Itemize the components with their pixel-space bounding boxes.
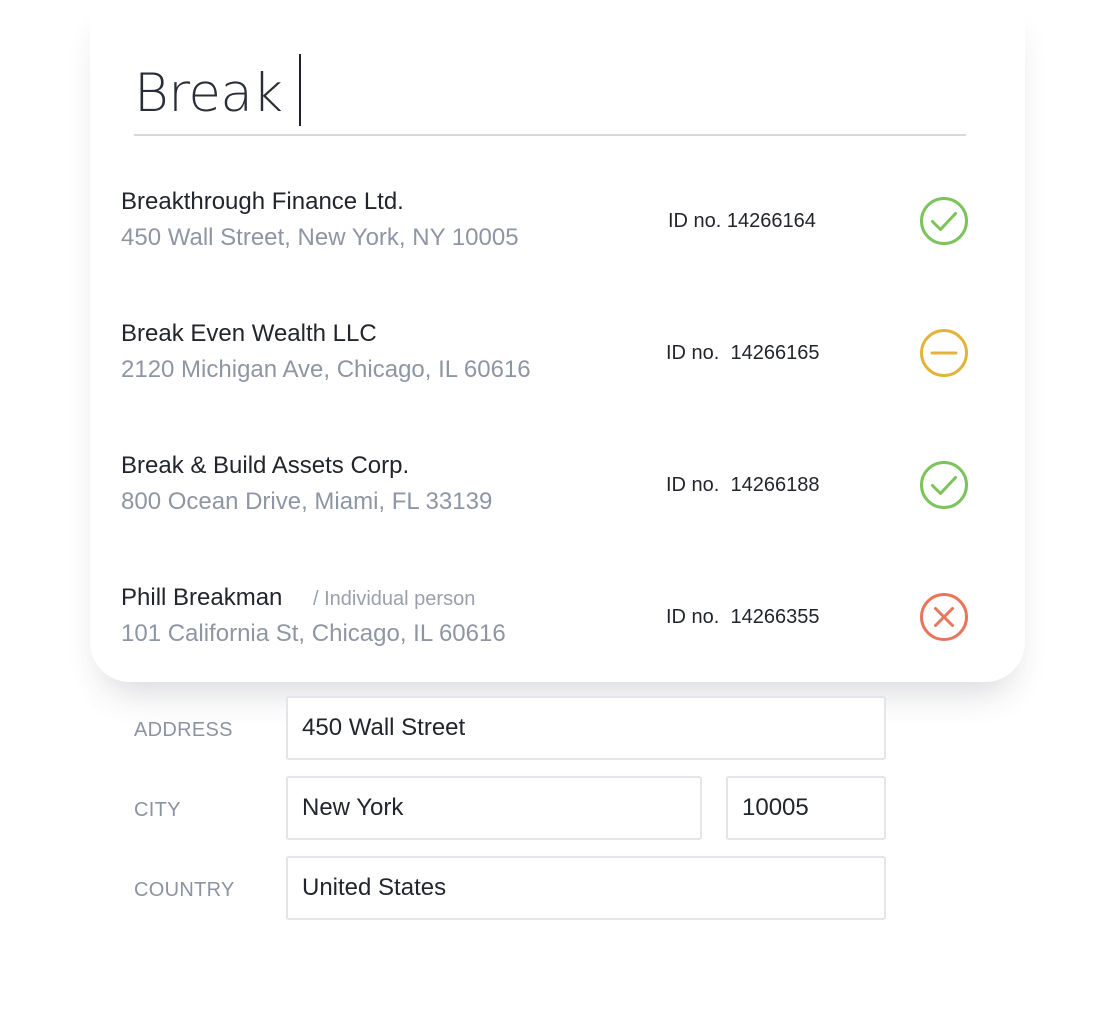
check-circle-icon: [920, 197, 968, 245]
result-address: 101 California St, Chicago, IL 60616: [121, 620, 506, 647]
country-label: COUNTRY: [134, 879, 235, 901]
text-caret: [299, 54, 301, 126]
result-item-breakthrough-finance[interactable]: Breakthrough Finance Ltd. 450 Wall Stree…: [121, 186, 981, 266]
address-label: ADDRESS: [134, 719, 233, 741]
city-label: CITY: [134, 799, 181, 821]
result-item-break-even-wealth[interactable]: Break Even Wealth LLC 2120 Michigan Ave,…: [121, 318, 981, 398]
minus-circle-icon: [920, 329, 968, 377]
city-field[interactable]: [286, 776, 702, 840]
result-id: ID no. 14266165: [666, 342, 820, 364]
address-field[interactable]: [286, 696, 886, 760]
check-circle-icon: [920, 461, 968, 509]
country-field[interactable]: [286, 856, 886, 920]
result-item-phill-breakman[interactable]: Phill Breakman / Individual person 101 C…: [121, 582, 981, 662]
zip-field[interactable]: [726, 776, 886, 840]
result-id: ID no. 14266188: [666, 474, 820, 496]
result-id: ID no. 14266355: [666, 606, 820, 628]
result-address: 450 Wall Street, New York, NY 10005: [121, 224, 519, 251]
result-name: Breakthrough Finance Ltd.: [121, 188, 404, 215]
result-item-break-build-assets[interactable]: Break & Build Assets Corp. 800 Ocean Dri…: [121, 450, 981, 530]
result-address: 800 Ocean Drive, Miami, FL 33139: [121, 488, 493, 515]
result-name: Break Even Wealth LLC: [121, 320, 377, 347]
result-name: Break & Build Assets Corp.: [121, 452, 410, 479]
x-circle-icon: [920, 593, 968, 641]
result-type-tag: / Individual person: [313, 588, 476, 610]
search-field[interactable]: Break: [134, 54, 966, 136]
result-address: 2120 Michigan Ave, Chicago, IL 60616: [121, 356, 531, 383]
result-id: ID no. 14266164: [668, 210, 816, 232]
result-name: Phill Breakman: [121, 584, 283, 611]
search-input-text[interactable]: Break: [134, 62, 283, 126]
